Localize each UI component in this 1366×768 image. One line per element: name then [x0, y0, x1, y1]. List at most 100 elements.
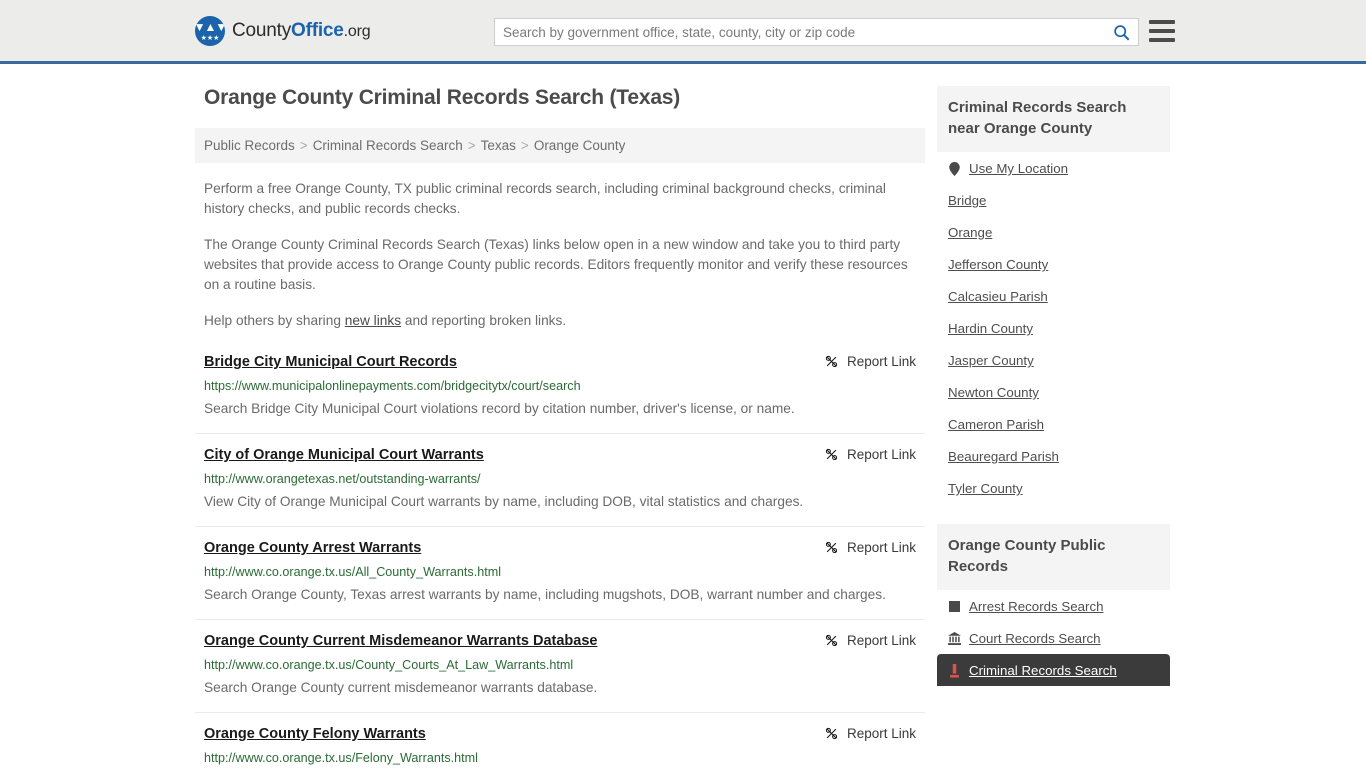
fingerprint-card-icon — [948, 601, 961, 612]
breadcrumb-separator: > — [520, 138, 529, 153]
sidebar-item-label: Court Records Search — [969, 631, 1101, 646]
intro-paragraph-3: Help others by sharing new links and rep… — [204, 311, 916, 331]
report-link-label: Report Link — [846, 354, 916, 369]
breadcrumb-item-orange-county[interactable]: Orange County — [534, 138, 626, 153]
intro-text: Perform a free Orange County, TX public … — [195, 179, 925, 331]
results-list: Bridge City Municipal Court Records Repo… — [195, 353, 925, 768]
breadcrumb-item-texas[interactable]: Texas — [481, 138, 516, 153]
report-link-label: Report Link — [846, 447, 916, 462]
sidebar-item-label: Arrest Records Search — [969, 599, 1104, 614]
sidebar-item-court-records-search[interactable]: Court Records Search — [948, 622, 1159, 654]
report-link-button[interactable]: Report Link — [824, 354, 916, 369]
result-header: Orange County Felony Warrants Report Lin… — [204, 725, 916, 744]
breadcrumb-separator: > — [299, 138, 308, 153]
sidebar-item-label: Criminal Records Search — [969, 663, 1117, 678]
breadcrumb: Public Records > Criminal Records Search > T… — [195, 128, 925, 163]
report-link-button[interactable]: Report Link — [824, 540, 916, 555]
search-icon — [1113, 24, 1129, 40]
result-item: Orange County Arrest Warrants Report Lin… — [195, 539, 925, 620]
result-description: View City of Orange Municipal Court warr… — [204, 494, 804, 509]
gavel-icon — [948, 663, 961, 678]
result-item: Bridge City Municipal Court Records Repo… — [195, 353, 925, 434]
result-title-link[interactable]: Orange County Arrest Warrants — [204, 539, 421, 558]
report-link-button[interactable]: Report Link — [824, 447, 916, 462]
logo-text-office: Office — [291, 19, 344, 41]
breadcrumb-separator: > — [467, 138, 476, 153]
sidebar-item-label: Newton County — [948, 385, 1039, 400]
report-link-label: Report Link — [846, 726, 916, 741]
sidebar-item-cameron-parish[interactable]: Cameron Parish — [948, 408, 1159, 440]
new-links-link[interactable]: new links — [345, 313, 401, 328]
sidebar-item-bridge[interactable]: Bridge — [948, 184, 1159, 216]
site-header: ▼▲▼ ★★★ CountyOffice.org — [0, 0, 1366, 64]
report-link-button[interactable]: Report Link — [824, 726, 916, 741]
intro-p3-after: and reporting broken links. — [401, 313, 567, 328]
page-body: Orange County Criminal Records Search (T… — [0, 64, 1366, 768]
sidebar-item-jefferson-county[interactable]: Jefferson County — [948, 248, 1159, 280]
eagle-seal-icon: ▼▲▼ ★★★ — [195, 15, 225, 46]
result-description: Search Orange County, Texas arrest warra… — [204, 587, 886, 602]
sidebar-item-orange[interactable]: Orange — [948, 216, 1159, 248]
sidebar-item-beauregard-parish[interactable]: Beauregard Parish — [948, 440, 1159, 472]
sidebar-public-records-list: Arrest Records Search Court Records Sear… — [937, 590, 1170, 686]
sidebar-item-label: Jasper County — [948, 353, 1034, 368]
result-title-link[interactable]: Bridge City Municipal Court Records — [204, 353, 457, 372]
result-header: City of Orange Municipal Court Warrants … — [204, 446, 916, 465]
sidebar-item-calcasieu-parish[interactable]: Calcasieu Parish — [948, 280, 1159, 312]
sidebar-item-jasper-county[interactable]: Jasper County — [948, 344, 1159, 376]
sidebar-item-label: Calcasieu Parish — [948, 289, 1048, 304]
broken-link-icon — [825, 541, 838, 554]
sidebar-item-hardin-county[interactable]: Hardin County — [948, 312, 1159, 344]
sidebar-item-criminal-records-search[interactable]: Criminal Records Search — [937, 654, 1170, 686]
sidebar-nearby-title: Criminal Records Search near Orange Coun… — [937, 86, 1170, 152]
report-link-label: Report Link — [846, 633, 916, 648]
sidebar-item-label: Jefferson County — [948, 257, 1049, 272]
sidebar: Criminal Records Search near Orange Coun… — [937, 86, 1170, 686]
logo-text-org: .org — [343, 22, 371, 40]
result-item: Orange County Current Misdemeanor Warran… — [195, 632, 925, 713]
result-url: https://www.municipalonlinepayments.com/… — [204, 379, 581, 393]
map-pin-icon — [948, 161, 961, 176]
sidebar-item-label: Bridge — [948, 193, 987, 208]
logo-text-county: County — [232, 19, 292, 41]
sidebar-item-arrest-records-search[interactable]: Arrest Records Search — [948, 590, 1159, 622]
page-title: Orange County Criminal Records Search (T… — [204, 86, 681, 109]
result-description: Search Bridge City Municipal Court viola… — [204, 401, 795, 416]
result-title-link[interactable]: City of Orange Municipal Court Warrants — [204, 446, 484, 465]
sidebar-item-use-my-location[interactable]: Use My Location — [948, 152, 1159, 184]
sidebar-item-newton-county[interactable]: Newton County — [948, 376, 1159, 408]
sidebar-item-label: Orange — [948, 225, 993, 240]
broken-link-icon — [825, 355, 838, 368]
sidebar-item-tyler-county[interactable]: Tyler County — [948, 472, 1159, 504]
result-description: Search Orange County current misdemeanor… — [204, 680, 598, 695]
result-item: City of Orange Municipal Court Warrants … — [195, 446, 925, 527]
main-content: Orange County Criminal Records Search (T… — [195, 86, 925, 768]
search-input[interactable] — [495, 19, 1104, 45]
breadcrumb-item-public-records[interactable]: Public Records — [204, 138, 295, 153]
hamburger-menu-icon[interactable] — [1149, 20, 1175, 42]
result-header: Orange County Current Misdemeanor Warran… — [204, 632, 916, 651]
sidebar-item-label: Tyler County — [948, 481, 1023, 496]
courthouse-icon — [948, 632, 961, 645]
result-url: http://www.co.orange.tx.us/County_Courts… — [204, 658, 574, 672]
result-url: http://www.co.orange.tx.us/Felony_Warran… — [204, 751, 478, 765]
result-url: http://www.orangetexas.net/outstanding-w… — [204, 472, 481, 486]
sidebar-item-label: Beauregard Parish — [948, 449, 1059, 464]
result-title-link[interactable]: Orange County Felony Warrants — [204, 725, 426, 744]
intro-paragraph-1: Perform a free Orange County, TX public … — [204, 181, 886, 216]
report-link-button[interactable]: Report Link — [824, 633, 916, 648]
broken-link-icon — [825, 634, 838, 647]
result-url: http://www.co.orange.tx.us/All_County_Wa… — [204, 565, 502, 579]
result-header: Orange County Arrest Warrants Report Lin… — [204, 539, 916, 558]
result-item: Orange County Felony Warrants Report Lin… — [195, 725, 925, 768]
sidebar-public-records-block: Orange County Public Records Arrest Reco… — [937, 524, 1170, 686]
search-button[interactable] — [1104, 19, 1138, 45]
report-link-label: Report Link — [846, 540, 916, 555]
intro-p3-before: Help others by sharing — [204, 313, 345, 328]
broken-link-icon — [825, 727, 838, 740]
result-title-link[interactable]: Orange County Current Misdemeanor Warran… — [204, 632, 597, 651]
intro-paragraph-2: The Orange County Criminal Records Searc… — [204, 237, 908, 292]
site-logo[interactable]: ▼▲▼ ★★★ CountyOffice.org — [195, 15, 371, 46]
breadcrumb-item-criminal-records-search[interactable]: Criminal Records Search — [313, 138, 463, 153]
sidebar-item-label: Hardin County — [948, 321, 1033, 336]
